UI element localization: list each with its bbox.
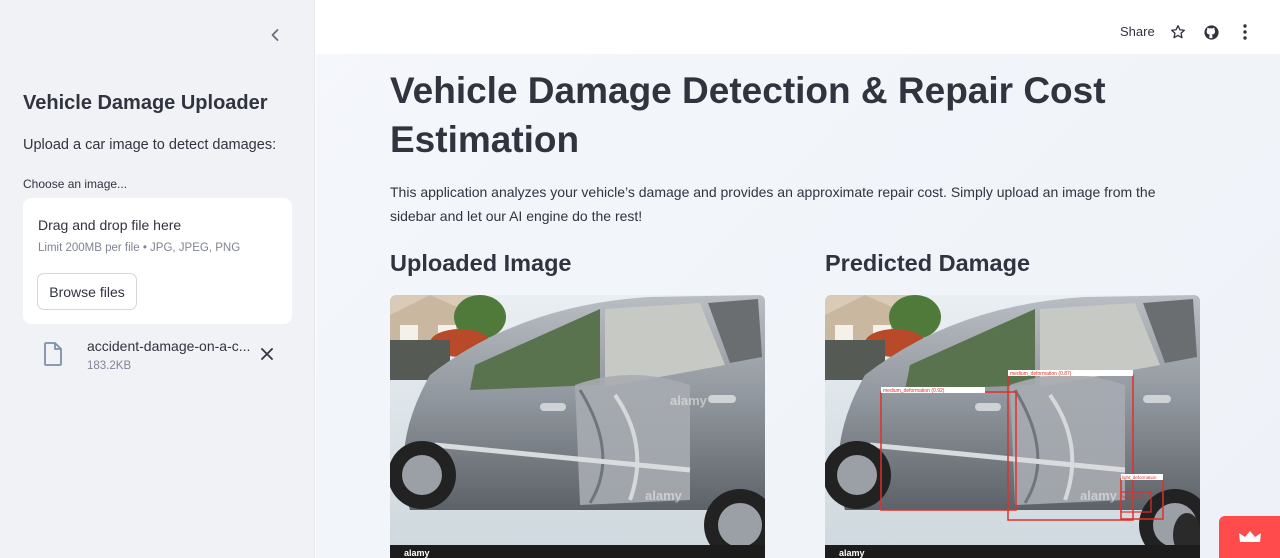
svg-text:alamy: alamy bbox=[670, 393, 708, 408]
svg-text:alamy: alamy bbox=[645, 488, 683, 503]
uploaded-image: alamy alamy alamy bbox=[390, 295, 765, 558]
star-icon[interactable] bbox=[1168, 22, 1188, 42]
file-dropzone[interactable]: Drag and drop file here Limit 200MB per … bbox=[23, 198, 292, 324]
svg-text:alamy: alamy bbox=[1080, 488, 1118, 503]
browse-files-button[interactable]: Browse files bbox=[37, 273, 137, 310]
watermark-text: alamy bbox=[839, 548, 865, 558]
file-icon bbox=[43, 342, 63, 371]
svg-text:light_scratch: light_scratch bbox=[1122, 494, 1144, 499]
dropzone-limit: Limit 200MB per file • JPG, JPEG, PNG bbox=[38, 242, 241, 254]
more-menu-icon[interactable] bbox=[1235, 22, 1255, 42]
predicted-damage-image: medium_deformation (0.92) medium_deforma… bbox=[825, 295, 1200, 558]
streamlit-crown-icon[interactable] bbox=[1219, 516, 1280, 558]
sidebar: Vehicle Damage Uploader Upload a car ima… bbox=[0, 0, 315, 558]
predicted-damage-heading: Predicted Damage bbox=[825, 250, 1031, 276]
main-content: Share Vehicle Damage Detection & Repair … bbox=[316, 0, 1280, 558]
intro-text: This application analyzes your vehicle’s… bbox=[390, 184, 1156, 224]
top-toolbar: Share bbox=[316, 0, 1280, 54]
file-size: 183.2KB bbox=[87, 360, 132, 372]
page-title: Vehicle Damage Detection & Repair Cost E… bbox=[390, 70, 1106, 160]
watermark-text: alamy bbox=[404, 548, 430, 558]
sidebar-title: Vehicle Damage Uploader bbox=[23, 92, 268, 114]
sidebar-subtitle: Upload a car image to detect damages: bbox=[23, 137, 277, 153]
svg-text:light_deformation: light_deformation bbox=[1122, 475, 1157, 480]
svg-text:medium_deformation (0.87): medium_deformation (0.87) bbox=[1010, 371, 1072, 377]
dropzone-title: Drag and drop file here bbox=[38, 217, 182, 233]
scrollbar[interactable] bbox=[1274, 54, 1280, 558]
github-icon[interactable] bbox=[1201, 22, 1221, 42]
uploader-label: Choose an image... bbox=[23, 177, 128, 191]
remove-file-icon[interactable] bbox=[259, 346, 275, 362]
uploaded-file: accident-damage-on-a-c... 183.2KB bbox=[23, 336, 293, 376]
svg-text:medium_deformation (0.92): medium_deformation (0.92) bbox=[883, 388, 945, 394]
file-name: accident-damage-on-a-c... bbox=[87, 338, 251, 354]
uploaded-image-heading: Uploaded Image bbox=[390, 250, 572, 276]
collapse-sidebar-icon[interactable] bbox=[266, 26, 284, 44]
share-button[interactable]: Share bbox=[1120, 24, 1155, 39]
